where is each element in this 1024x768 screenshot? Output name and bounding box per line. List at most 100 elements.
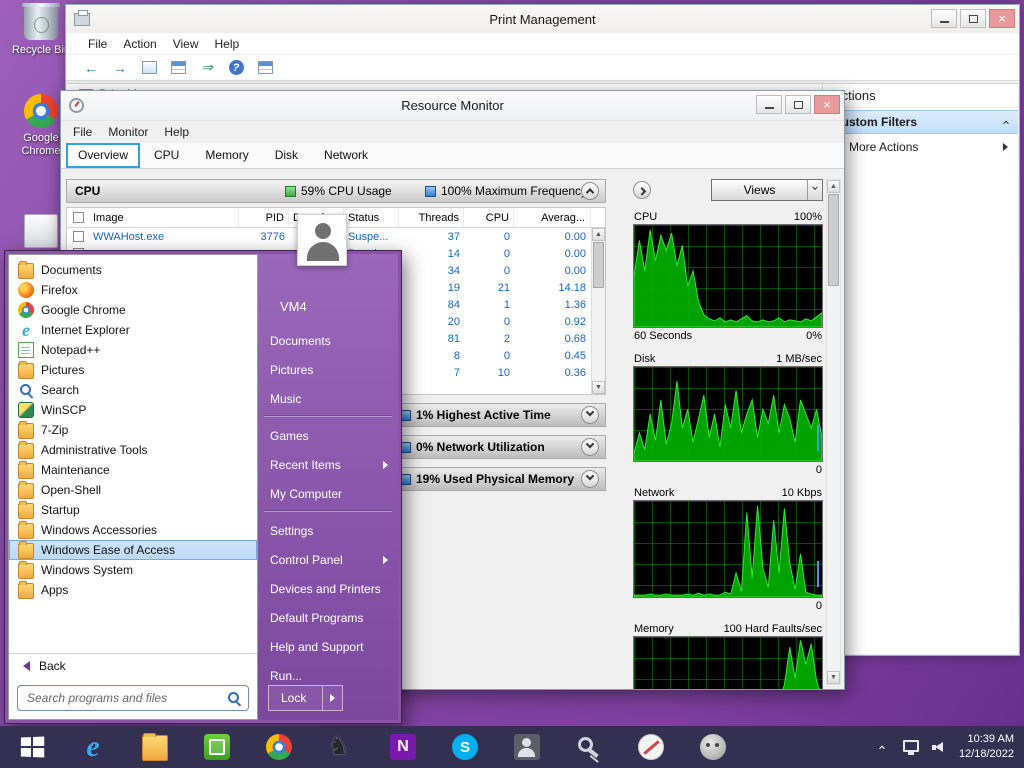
maximize-button[interactable] [785,95,811,114]
start-menu-item[interactable]: Maintenance [9,460,257,480]
custom-filters-item[interactable]: Custom Filters [823,110,1018,134]
expand-section-button[interactable] [581,470,599,488]
menu-item[interactable]: Action [115,35,164,53]
search-icon[interactable] [226,690,243,707]
start-menu-item[interactable]: Windows Accessories [9,520,257,540]
user-name[interactable]: VM4 [280,299,398,314]
taskbar-button[interactable] [634,730,668,764]
start-menu-item[interactable]: Settings [258,516,398,545]
menu-item[interactable]: Monitor [100,123,156,141]
cpu-section-header[interactable]: CPU 59% CPU Usage 100% Maximum Frequency [66,179,606,203]
views-dropdown[interactable]: Views [711,179,823,201]
start-menu-item[interactable]: Search [9,380,257,400]
taskbar-button[interactable] [262,730,296,764]
back-button[interactable]: Back [9,653,257,677]
tab[interactable]: Disk [263,143,310,168]
start-menu-item[interactable]: Music [258,384,398,417]
start-menu-item[interactable]: Open-Shell [9,480,257,500]
lock-submenu-arrow[interactable] [322,686,342,710]
start-menu-item[interactable]: Windows System [9,560,257,580]
column-threads[interactable]: Threads [399,208,464,227]
column-cpu[interactable]: CPU [464,208,514,227]
start-menu-item[interactable]: Games [258,421,398,450]
toolbar-button[interactable] [225,58,247,78]
resource-monitor-titlebar[interactable]: Resource Monitor × [61,91,844,121]
start-menu-item[interactable]: Control Panel [258,545,398,574]
user-avatar[interactable] [297,214,347,266]
close-button[interactable]: × [989,9,1015,28]
scrollbar-thumb[interactable] [828,194,839,286]
start-menu-item[interactable]: Administrative Tools [9,440,257,460]
taskbar-button[interactable] [448,730,482,764]
start-menu-item[interactable]: Firefox [9,280,257,300]
start-menu-item[interactable]: Notepad++ [9,340,257,360]
search-input[interactable] [27,691,226,705]
menu-item[interactable]: File [80,35,115,53]
tab[interactable]: Overview [66,143,141,168]
start-menu-item[interactable]: Internet Explorer [9,320,257,340]
start-menu-item[interactable]: Devices and Printers [258,574,398,603]
taskbar-button[interactable] [572,730,606,764]
start-menu-item[interactable]: Documents [258,326,398,355]
toolbar-button[interactable] [138,58,160,78]
row-checkbox[interactable] [72,231,84,242]
column-status[interactable]: Status [344,208,399,227]
start-menu-item[interactable]: Help and Support [258,632,398,661]
start-menu-item[interactable]: 7-Zip [9,420,257,440]
column-average-cpu[interactable]: Averag... [514,208,591,227]
toolbar-button[interactable] [80,58,102,78]
start-menu-item[interactable]: Pictures [9,360,257,380]
start-menu-item[interactable]: Default Programs [258,603,398,632]
column-image[interactable]: Image [89,208,239,227]
panel-scrollbar[interactable]: ▲ ▼ [826,179,841,685]
minimize-button[interactable] [756,95,782,114]
panel-collapse-button[interactable] [633,181,651,199]
taskbar-button[interactable] [510,730,544,764]
start-menu-item[interactable]: Startup [9,500,257,520]
collapse-section-button[interactable] [581,182,599,200]
toolbar-button[interactable] [196,58,218,78]
menu-item[interactable]: Help [207,35,248,53]
start-menu-item[interactable]: Pictures [258,355,398,384]
scroll-down-icon[interactable]: ▼ [592,381,605,394]
table-scrollbar[interactable]: ▲ ▼ [591,228,605,394]
taskbar-button[interactable] [324,730,358,764]
expand-section-button[interactable] [581,406,599,424]
menu-item[interactable]: Help [156,123,197,141]
start-button[interactable] [0,726,64,768]
tab[interactable]: CPU [142,143,191,168]
start-menu-item[interactable]: Documents [9,260,257,280]
menu-item[interactable]: File [65,123,100,141]
start-menu-item[interactable]: Google Chrome [9,300,257,320]
scroll-down-icon[interactable]: ▼ [827,671,840,684]
toolbar-button[interactable] [167,58,189,78]
print-management-titlebar[interactable]: Print Management × [66,5,1019,33]
volume-icon[interactable] [931,741,946,754]
toolbar-button[interactable] [109,58,131,78]
start-menu-item[interactable]: Windows Ease of Access [9,540,257,560]
lock-button[interactable]: Lock [268,685,344,711]
more-actions-item[interactable]: More Actions [823,136,1018,158]
select-all-checkbox[interactable] [72,212,84,223]
network-icon[interactable] [902,740,919,755]
start-menu-item[interactable]: My Computer [258,479,398,512]
taskbar-button[interactable] [696,730,730,764]
start-menu-item[interactable]: WinSCP [9,400,257,420]
tab[interactable]: Memory [193,143,260,168]
start-menu-item[interactable]: Recent Items [258,450,398,479]
maximize-button[interactable] [960,9,986,28]
expand-section-button[interactable] [581,438,599,456]
taskbar-button[interactable] [200,730,234,764]
scroll-up-icon[interactable]: ▲ [827,180,840,193]
taskbar-button[interactable] [76,730,110,764]
tab[interactable]: Network [312,143,380,168]
close-button[interactable]: × [814,95,840,114]
taskbar-button[interactable] [138,730,172,764]
toolbar-button[interactable] [254,58,276,78]
scrollbar-thumb[interactable] [593,242,604,288]
taskbar-button[interactable] [386,730,420,764]
start-menu-item[interactable]: Apps [9,580,257,600]
menu-item[interactable]: View [165,35,207,53]
minimize-button[interactable] [931,9,957,28]
column-pid[interactable]: PID [239,208,289,227]
